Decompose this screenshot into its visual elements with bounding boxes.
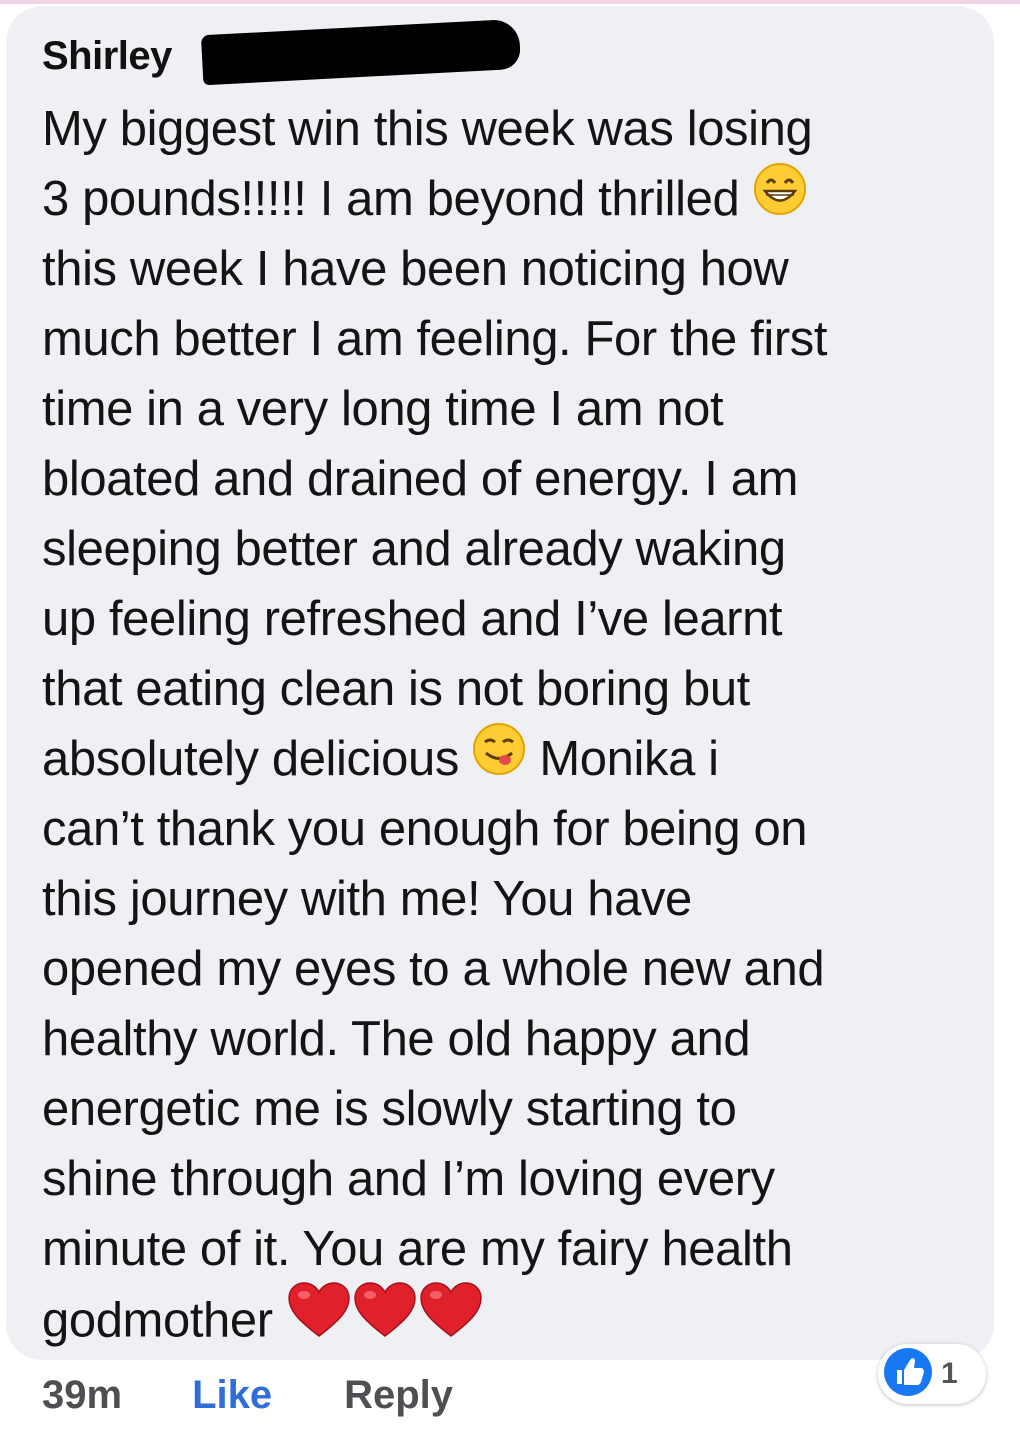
comment-line: can’t thank you enough for being on <box>42 802 808 856</box>
red-heart-emoji <box>418 1280 484 1359</box>
comment-line: godmother <box>42 1282 964 1354</box>
comment-line-text: godmother <box>42 1293 273 1348</box>
red-heart-emoji <box>352 1280 418 1359</box>
comment-line: this week I have been noticing how <box>42 242 789 296</box>
comment-line: much better I am feeling. For the first <box>42 312 828 366</box>
comment-text: My biggest win this week was losing 3 po… <box>42 94 964 1354</box>
comment-line: healthy world. The old happy and <box>42 1012 751 1066</box>
comment-line-text: Monika i <box>539 732 719 786</box>
comment-bubble: Shirley My biggest win this week was los… <box>6 6 994 1360</box>
red-heart-emoji <box>286 1280 352 1359</box>
comment-line-text: absolutely delicious <box>42 732 459 786</box>
comment-line: My biggest win this week was losing <box>42 102 813 156</box>
comment-line: energetic me is slowly starting to <box>42 1082 737 1136</box>
face-savoring-food-emoji <box>472 722 526 795</box>
reply-button[interactable]: Reply <box>344 1373 453 1418</box>
timestamp[interactable]: 39m <box>42 1373 122 1418</box>
reaction-summary[interactable]: 1 <box>878 1344 986 1404</box>
comment-line: absolutely delicious Monika i <box>42 722 964 795</box>
like-button[interactable]: Like <box>192 1373 272 1418</box>
comment-line: sleeping better and already waking <box>42 522 786 576</box>
top-divider <box>0 0 1020 4</box>
thumbs-up-icon <box>883 1347 933 1402</box>
comment-line: bloated and drained of energy. I am <box>42 452 799 506</box>
comment-header: Shirley <box>42 18 958 86</box>
comment-line: time in a very long time I am not <box>42 382 724 436</box>
author-name[interactable]: Shirley <box>42 34 172 79</box>
comment-line: opened my eyes to a whole new and <box>42 942 825 996</box>
reaction-count: 1 <box>941 1357 958 1390</box>
comment-actions: 39m Like Reply <box>42 1370 453 1420</box>
comment-line: that eating clean is not boring but <box>42 662 750 716</box>
comment-line: 3 pounds!!!!! I am beyond thrilled <box>42 162 964 235</box>
comment-line: shine through and I’m loving every <box>42 1152 775 1206</box>
comment-line: this journey with me! You have <box>42 872 692 926</box>
redaction-bar <box>200 18 522 86</box>
comment-line-text: 3 pounds!!!!! I am beyond thrilled <box>42 172 740 226</box>
comment-line: up feeling refreshed and I’ve learnt <box>42 592 783 646</box>
comment-line: minute of it. You are my fairy health <box>42 1222 793 1276</box>
grinning-face-emoji <box>753 162 807 235</box>
